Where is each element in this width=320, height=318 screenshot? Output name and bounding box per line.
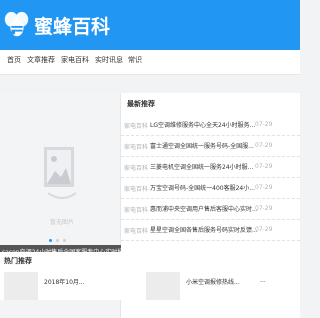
news-date: 07-29	[255, 226, 273, 233]
hot-item[interactable]: 2018年10月...	[4, 272, 114, 300]
nav-item-recommend[interactable]: 文章推荐	[27, 55, 55, 65]
hot-thumbnail[interactable]	[4, 272, 38, 300]
news-category[interactable]: 家电百科	[124, 226, 148, 235]
news-category[interactable]: 家电百科	[124, 163, 148, 172]
hot-title[interactable]: 小米空调报修热线...	[186, 277, 256, 286]
news-category[interactable]: 家电百科	[124, 184, 148, 193]
news-date: 07-29	[255, 142, 273, 149]
news-row[interactable]: 家电百科 三菱电机空调全国统一服务24小时服... 07-29	[121, 157, 300, 178]
slider-dot[interactable]	[56, 239, 59, 242]
bee-icon	[4, 11, 29, 37]
news-date: 07-29	[255, 121, 273, 128]
hot-recommend-section: 热门推荐 2018年10月... 小米空调报修热线... ...	[0, 252, 300, 300]
placeholder-text: 暂无图片	[49, 219, 74, 226]
news-row[interactable]: 家电百科 LG空调维修服务中心全天24小时服务... 07-29	[121, 115, 300, 136]
main-nav: 首页 文章推荐 家电百科 实时讯息 常识	[0, 50, 300, 75]
hot-list: 2018年10月... 小米空调报修热线... ...	[0, 272, 300, 300]
news-date: 07-29	[255, 184, 273, 191]
slider-dots	[49, 239, 66, 242]
news-title[interactable]: 三菱电机空调全国统一服务24小时服...	[150, 162, 268, 171]
hot-title[interactable]: 2018年10月...	[44, 277, 114, 286]
news-title[interactable]: LG空调维修服务中心全天24小时服务...	[150, 120, 268, 129]
news-row[interactable]: 家电百科 富士通空调全国统一服务号码-全国服... 07-29	[121, 136, 300, 157]
hot-item[interactable]: ...	[260, 272, 300, 300]
news-category[interactable]: 家电百科	[124, 121, 148, 130]
hot-section-title: 热门推荐	[4, 257, 32, 265]
hot-item[interactable]: 小米空调报修热线...	[146, 272, 256, 300]
nav-item-news[interactable]: 实时讯息	[95, 55, 123, 65]
news-row[interactable]: 家电百科 万宝空调号码-全国统一400客服24小... 07-29	[121, 178, 300, 199]
news-category[interactable]: 家电百科	[124, 205, 148, 214]
latest-news-list: 家电百科 LG空调维修服务中心全天24小时服务... 07-29 家电百科 富士…	[121, 115, 300, 241]
site-name: 蜜蜂百科	[34, 15, 111, 38]
news-title[interactable]: 惠而浦中央空调用户售后客服中心实时...	[150, 204, 268, 213]
nav-item-home[interactable]: 首页	[7, 55, 21, 65]
nav-item-appliance[interactable]: 家电百科	[61, 55, 89, 65]
news-date: 07-29	[255, 205, 273, 212]
news-title[interactable]: 富士通空调全国统一服务号码-全国服...	[150, 141, 268, 150]
slider-dot[interactable]	[63, 239, 66, 242]
latest-section-title: 最新推荐	[127, 100, 155, 108]
site-header: 蜜蜂百科	[0, 0, 300, 50]
hot-thumbnail[interactable]	[146, 272, 180, 300]
hot-title[interactable]: ...	[260, 277, 300, 284]
news-category[interactable]: 家电百科	[124, 142, 148, 151]
image-placeholder-icon	[44, 147, 77, 199]
nav-item-common-sense[interactable]: 常识	[128, 55, 142, 65]
slider-dot[interactable]	[49, 239, 52, 242]
news-row[interactable]: 家电百科 惠而浦中央空调用户售后客服中心实时... 07-29	[121, 199, 300, 220]
news-title[interactable]: 星星空调全国各售后服务号码实时反馈...	[150, 225, 268, 234]
news-date: 07-29	[255, 163, 273, 170]
news-row[interactable]: 家电百科 星星空调全国各售后服务号码实时反馈... 07-29	[121, 220, 300, 241]
site-logo[interactable]: 蜜蜂百科	[2, 8, 110, 42]
news-title[interactable]: 万宝空调号码-全国统一400客服24小...	[150, 183, 268, 192]
